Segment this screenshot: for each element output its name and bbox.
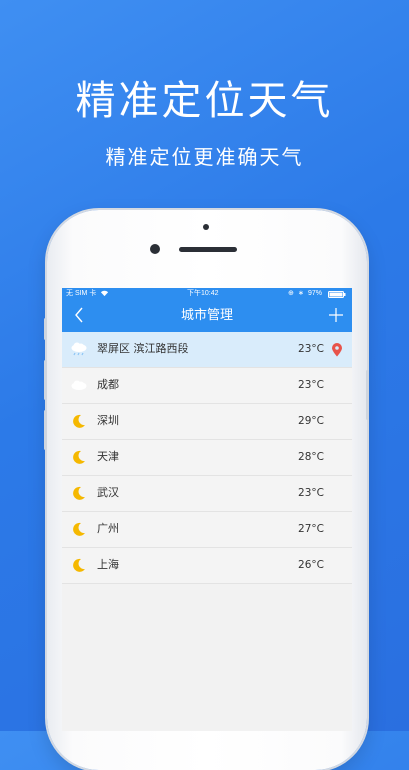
phone-volume-down xyxy=(44,410,47,450)
location-pin-icon xyxy=(331,342,343,357)
city-name: 翠屏区 滨江路西段 xyxy=(97,342,189,355)
city-row[interactable]: 深圳 29°C xyxy=(62,404,352,440)
app-screen: 无 SIM 卡 下午10:42 ⊕ ∗ 97% 城市管理 翠屏区 滨江路西段 2… xyxy=(62,288,352,731)
city-row[interactable]: 广州 27°C xyxy=(62,512,352,548)
rain-cloud-icon xyxy=(70,341,88,357)
plus-icon xyxy=(329,308,343,322)
city-name: 广州 xyxy=(97,522,119,535)
moon-icon xyxy=(70,485,88,501)
battery-percent: 97% xyxy=(308,290,323,297)
moon-icon xyxy=(70,557,88,573)
city-name: 成都 xyxy=(97,378,119,391)
city-list: 翠屏区 滨江路西段 23°C 成都 23°C 深圳 29°C 天津 28°C 武… xyxy=(62,332,352,584)
status-bar: 无 SIM 卡 下午10:42 ⊕ ∗ 97% xyxy=(62,288,352,300)
city-temp: 23°C xyxy=(298,343,324,355)
add-city-button[interactable] xyxy=(326,303,346,329)
promo-subline: 精准定位更准确天气 xyxy=(105,145,304,169)
city-name: 深圳 xyxy=(97,414,119,427)
city-row[interactable]: 成都 23°C xyxy=(62,368,352,404)
moon-icon xyxy=(70,521,88,537)
nav-bar: 城市管理 xyxy=(62,300,352,332)
city-temp: 23°C xyxy=(298,487,324,499)
proximity-sensor xyxy=(203,224,209,230)
city-temp: 28°C xyxy=(298,451,324,463)
city-temp: 26°C xyxy=(298,559,324,571)
city-name: 上海 xyxy=(97,558,119,571)
city-row[interactable]: 武汉 23°C xyxy=(62,476,352,512)
city-row[interactable]: 天津 28°C xyxy=(62,440,352,476)
city-row[interactable]: 上海 26°C xyxy=(62,548,352,584)
city-name: 武汉 xyxy=(97,486,119,499)
page-title: 城市管理 xyxy=(180,308,233,323)
moon-icon xyxy=(70,449,88,465)
status-time: 下午10:42 xyxy=(187,290,219,297)
phone-volume-up xyxy=(44,360,47,400)
front-camera xyxy=(150,244,160,254)
bluetooth-icon: ∗ xyxy=(298,290,304,297)
moon-icon xyxy=(70,413,88,429)
cloud-icon xyxy=(70,377,88,393)
city-temp: 23°C xyxy=(298,379,324,391)
alarm-icon: ⊕ xyxy=(288,290,294,297)
earpiece-speaker xyxy=(179,247,237,252)
promo-headline: 精准定位天气 xyxy=(75,78,334,124)
carrier-label: 无 SIM 卡 xyxy=(66,290,97,297)
city-row-current[interactable]: 翠屏区 滨江路西段 23°C xyxy=(62,332,352,368)
phone-power-button xyxy=(366,370,369,420)
city-name: 天津 xyxy=(97,450,119,463)
phone-mute-switch xyxy=(44,318,47,340)
city-temp: 27°C xyxy=(298,523,324,535)
city-temp: 29°C xyxy=(298,415,324,427)
